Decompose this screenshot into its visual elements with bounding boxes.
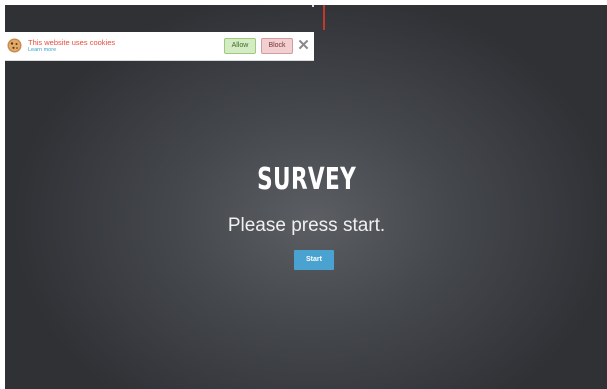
learn-more-link[interactable]: Learn more (28, 47, 56, 54)
block-cookies-button[interactable]: Block (261, 38, 293, 54)
close-icon[interactable]: ✕ (297, 38, 310, 53)
allow-cookies-button[interactable]: Allow (224, 38, 256, 54)
cookie-consent-bar: This website uses cookies Learn more All… (5, 32, 314, 61)
top-red-marker (323, 5, 325, 30)
instruction-text: Please press start. (227, 215, 386, 236)
survey-page: This website uses cookies Learn more All… (5, 5, 607, 389)
start-button[interactable]: Start (294, 250, 334, 270)
page-title: SURVEY (257, 162, 357, 197)
cookie-message: This website uses cookies (28, 38, 116, 47)
top-divider-tick (312, 5, 314, 7)
cookie-icon (7, 38, 22, 53)
